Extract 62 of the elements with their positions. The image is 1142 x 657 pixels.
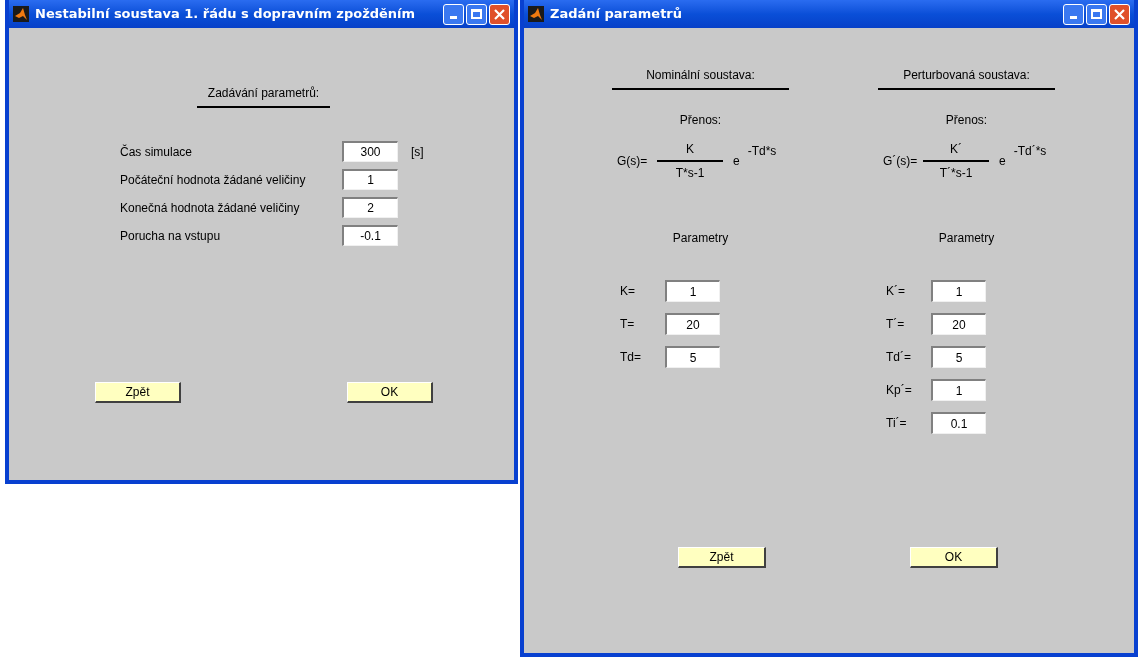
maximize-button[interactable] bbox=[466, 3, 487, 25]
minimize-icon bbox=[1070, 15, 1077, 19]
field-label: Konečná hodnota žádané veličiny bbox=[120, 199, 301, 217]
input-field[interactable]: 2 bbox=[342, 197, 398, 218]
minimize-icon bbox=[450, 15, 457, 19]
parameter-label: T´= bbox=[885, 316, 906, 333]
exponential-base: e bbox=[999, 153, 1006, 170]
parameters-label: Parametry bbox=[672, 230, 729, 247]
maximize-icon bbox=[471, 9, 482, 19]
parameter-label: K´= bbox=[885, 283, 906, 300]
parameter-label: K= bbox=[619, 283, 636, 300]
parameter-label: T= bbox=[619, 316, 636, 333]
section-heading: Perturbovaná soustava: bbox=[903, 67, 1030, 84]
input-field[interactable]: -0.1 bbox=[342, 225, 398, 246]
input-field[interactable]: 1 bbox=[931, 379, 986, 401]
parameter-label: Ti´= bbox=[885, 415, 908, 432]
window-title: Nestabilní soustava 1. řádu s dopravním zpožděním bbox=[35, 5, 416, 24]
exponent: -Td*s bbox=[747, 143, 777, 160]
formula-lhs: G(s)= bbox=[616, 153, 649, 170]
input-field[interactable]: 1 bbox=[931, 280, 986, 302]
minimize-button[interactable] bbox=[443, 3, 464, 25]
parameter-label: Kp´= bbox=[885, 382, 913, 399]
input-field[interactable]: 5 bbox=[931, 346, 986, 368]
transfer-label: Přenos: bbox=[679, 112, 722, 129]
push-button[interactable]: Zpět bbox=[95, 382, 181, 403]
input-field[interactable]: 20 bbox=[665, 313, 720, 335]
denominator: T*s-1 bbox=[675, 165, 705, 182]
close-button[interactable] bbox=[489, 3, 510, 25]
numerator: K´ bbox=[950, 141, 962, 158]
window-title: Zadání parametrů bbox=[550, 5, 683, 24]
parameter-label: Td= bbox=[619, 349, 642, 366]
maximize-icon bbox=[1091, 9, 1102, 19]
section-heading: Zadávání parametrů: bbox=[207, 85, 320, 102]
input-field[interactable]: 1 bbox=[342, 169, 398, 190]
field-label: Počáteční hodnota žádané veličiny bbox=[120, 171, 307, 189]
exponent: -Td´*s bbox=[1013, 143, 1047, 160]
unit-label: [s] bbox=[411, 143, 424, 161]
close-button[interactable] bbox=[1109, 3, 1130, 25]
input-field[interactable]: 20 bbox=[931, 313, 986, 335]
input-field[interactable]: 1 bbox=[665, 280, 720, 302]
numerator: K bbox=[686, 141, 694, 158]
parameter-label: Td´= bbox=[885, 349, 912, 366]
input-field[interactable]: 0.1 bbox=[931, 412, 986, 434]
push-button[interactable]: OK bbox=[347, 382, 433, 403]
field-label: Čas simulace bbox=[120, 143, 194, 161]
minimize-button[interactable] bbox=[1063, 3, 1084, 25]
denominator: T´*s-1 bbox=[939, 165, 973, 182]
exponential-base: e bbox=[733, 153, 740, 170]
field-label: Porucha na vstupu bbox=[120, 227, 222, 245]
app-icon bbox=[13, 6, 29, 22]
formula-lhs: G´(s)= bbox=[882, 153, 919, 170]
push-button[interactable]: OK bbox=[910, 547, 998, 568]
app-icon bbox=[528, 6, 544, 22]
parameters-label: Parametry bbox=[938, 230, 995, 247]
maximize-button[interactable] bbox=[1086, 3, 1107, 25]
section-heading: Nominální soustava: bbox=[646, 67, 755, 84]
push-button[interactable]: Zpět bbox=[678, 547, 766, 568]
input-field[interactable]: 5 bbox=[665, 346, 720, 368]
close-icon bbox=[1114, 8, 1125, 20]
transfer-label: Přenos: bbox=[945, 112, 988, 129]
close-icon bbox=[494, 8, 505, 20]
input-field[interactable]: 300 bbox=[342, 141, 398, 162]
